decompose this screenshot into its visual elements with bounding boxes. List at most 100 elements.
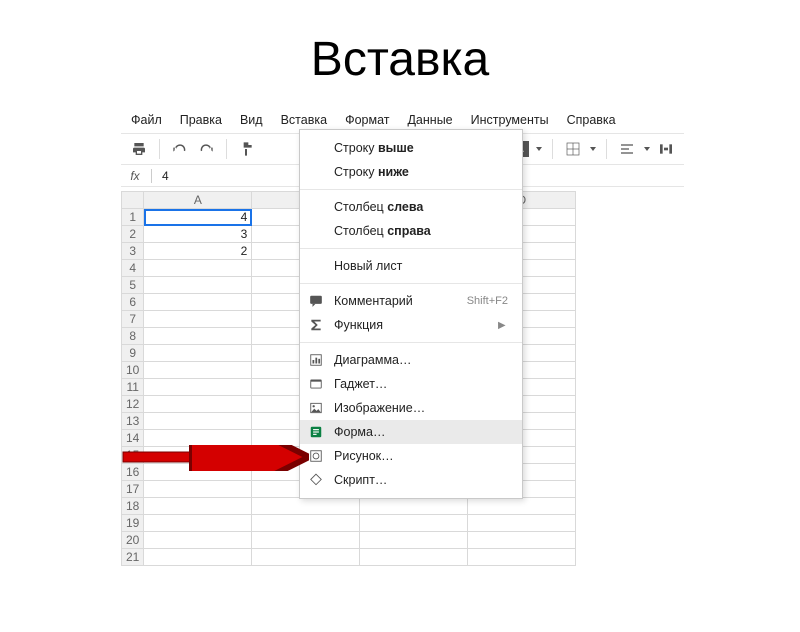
- menu-separator: [300, 248, 522, 249]
- row-header-8[interactable]: 8: [122, 328, 144, 345]
- cell-A5[interactable]: [144, 277, 252, 294]
- menu-item[interactable]: Гаджет…: [300, 372, 522, 396]
- caret-down-icon[interactable]: [644, 147, 650, 151]
- menu-item[interactable]: Форма…: [300, 420, 522, 444]
- align-icon[interactable]: [617, 139, 637, 159]
- menu-item-label: Изображение…: [334, 401, 425, 415]
- menu-формат[interactable]: Формат: [345, 113, 389, 127]
- menu-item-label: Рисунок…: [334, 449, 394, 463]
- sigma-icon: [308, 317, 324, 333]
- cell-C18[interactable]: [360, 498, 468, 515]
- cell-C21[interactable]: [360, 549, 468, 566]
- redo-icon[interactable]: [196, 139, 216, 159]
- row-header-1[interactable]: 1: [122, 209, 144, 226]
- cell-D20[interactable]: [468, 532, 576, 549]
- menu-файл[interactable]: Файл: [131, 113, 162, 127]
- row-header-17[interactable]: 17: [122, 481, 144, 498]
- row-header-12[interactable]: 12: [122, 396, 144, 413]
- menu-item-label: Скрипт…: [334, 473, 387, 487]
- menu-инструменты[interactable]: Инструменты: [471, 113, 549, 127]
- row-header-14[interactable]: 14: [122, 430, 144, 447]
- cell-A1[interactable]: 4: [144, 209, 252, 226]
- cell-A11[interactable]: [144, 379, 252, 396]
- fx-label: fx: [125, 169, 145, 183]
- cell-A7[interactable]: [144, 311, 252, 328]
- pointer-arrow: [121, 445, 309, 471]
- menu-item-label: Диаграмма…: [334, 353, 412, 367]
- row-header-7[interactable]: 7: [122, 311, 144, 328]
- cell-B22[interactable]: [252, 566, 360, 567]
- menu-item[interactable]: Строку ниже: [300, 160, 522, 184]
- cell-A10[interactable]: [144, 362, 252, 379]
- cell-A17[interactable]: [144, 481, 252, 498]
- cell-A18[interactable]: [144, 498, 252, 515]
- cell-A20[interactable]: [144, 532, 252, 549]
- row-header-22[interactable]: 22: [122, 566, 144, 567]
- menu-item[interactable]: Строку выше: [300, 136, 522, 160]
- menu-данные[interactable]: Данные: [407, 113, 452, 127]
- row-header-2[interactable]: 2: [122, 226, 144, 243]
- row-header-3[interactable]: 3: [122, 243, 144, 260]
- row-header-21[interactable]: 21: [122, 549, 144, 566]
- cell-B21[interactable]: [252, 549, 360, 566]
- cell-A22[interactable]: [144, 566, 252, 567]
- menu-item[interactable]: Скрипт…: [300, 468, 522, 492]
- cell-B20[interactable]: [252, 532, 360, 549]
- menu-правка[interactable]: Правка: [180, 113, 222, 127]
- menu-item-label: Столбец слева: [334, 200, 423, 214]
- undo-icon[interactable]: [170, 139, 190, 159]
- menu-item[interactable]: Рисунок…: [300, 444, 522, 468]
- row-header-5[interactable]: 5: [122, 277, 144, 294]
- menu-вставка[interactable]: Вставка: [281, 113, 327, 127]
- menu-item[interactable]: Функция ►: [300, 313, 522, 337]
- menu-справка[interactable]: Справка: [567, 113, 616, 127]
- menu-item[interactable]: Изображение…: [300, 396, 522, 420]
- menu-item[interactable]: КомментарийShift+F2: [300, 289, 522, 313]
- cell-A9[interactable]: [144, 345, 252, 362]
- menu-item[interactable]: Столбец справа: [300, 219, 522, 243]
- caret-down-icon[interactable]: [536, 147, 542, 151]
- cell-B19[interactable]: [252, 515, 360, 532]
- cell-A19[interactable]: [144, 515, 252, 532]
- cell-A4[interactable]: [144, 260, 252, 277]
- menu-item-label: Комментарий: [334, 294, 413, 308]
- menu-item-label: Гаджет…: [334, 377, 387, 391]
- row-header-19[interactable]: 19: [122, 515, 144, 532]
- cell-A21[interactable]: [144, 549, 252, 566]
- menu-item-label: Функция: [334, 318, 383, 332]
- cell-B18[interactable]: [252, 498, 360, 515]
- row-header-4[interactable]: 4: [122, 260, 144, 277]
- row-header-11[interactable]: 11: [122, 379, 144, 396]
- print-icon[interactable]: [129, 139, 149, 159]
- row-header-6[interactable]: 6: [122, 294, 144, 311]
- submenu-arrow-icon: ►: [496, 318, 508, 332]
- cell-A13[interactable]: [144, 413, 252, 430]
- menu-item[interactable]: Новый лист: [300, 254, 522, 278]
- col-header-A[interactable]: A: [144, 192, 252, 209]
- cell-C20[interactable]: [360, 532, 468, 549]
- cell-D18[interactable]: [468, 498, 576, 515]
- cell-A8[interactable]: [144, 328, 252, 345]
- cell-A12[interactable]: [144, 396, 252, 413]
- paint-format-icon[interactable]: [237, 139, 257, 159]
- cell-D19[interactable]: [468, 515, 576, 532]
- cell-A14[interactable]: [144, 430, 252, 447]
- cell-A6[interactable]: [144, 294, 252, 311]
- menu-item[interactable]: Диаграмма…: [300, 348, 522, 372]
- cell-D22[interactable]: [468, 566, 576, 567]
- borders-icon[interactable]: [563, 139, 583, 159]
- cell-D21[interactable]: [468, 549, 576, 566]
- cell-C22[interactable]: [360, 566, 468, 567]
- row-header-20[interactable]: 20: [122, 532, 144, 549]
- row-header-10[interactable]: 10: [122, 362, 144, 379]
- row-header-13[interactable]: 13: [122, 413, 144, 430]
- caret-down-icon[interactable]: [590, 147, 596, 151]
- cell-A2[interactable]: 3: [144, 226, 252, 243]
- wrap-icon[interactable]: [656, 139, 676, 159]
- menu-вид[interactable]: Вид: [240, 113, 263, 127]
- menu-item[interactable]: Столбец слева: [300, 195, 522, 219]
- cell-A3[interactable]: 2: [144, 243, 252, 260]
- row-header-9[interactable]: 9: [122, 345, 144, 362]
- row-header-18[interactable]: 18: [122, 498, 144, 515]
- cell-C19[interactable]: [360, 515, 468, 532]
